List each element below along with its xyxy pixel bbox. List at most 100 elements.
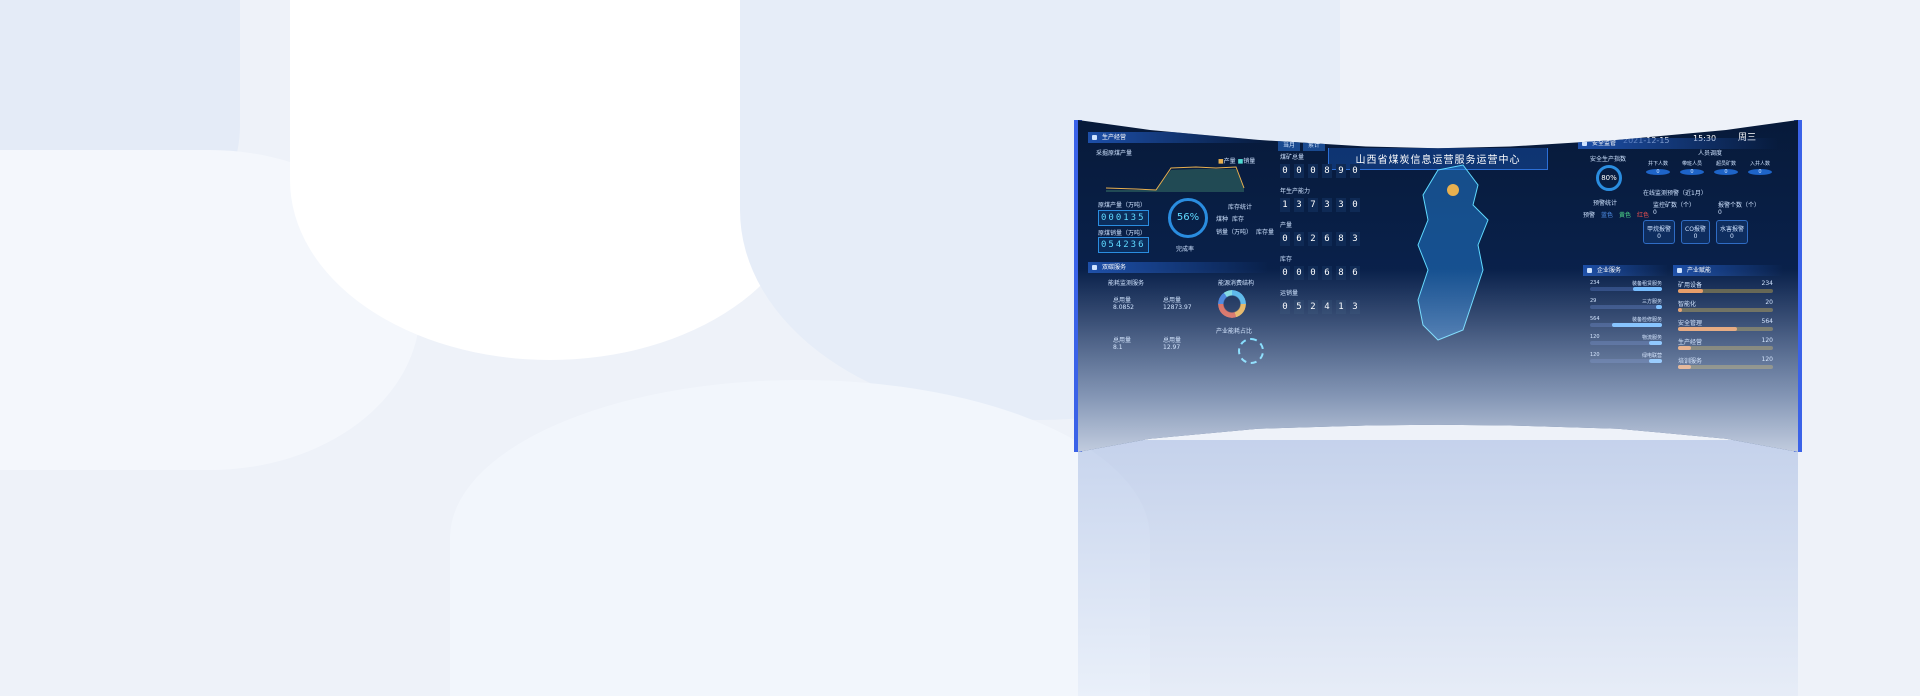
alarm-box-value: 0 [1657,233,1661,240]
dataservice-sub1: 能耗监测服务 [1108,280,1145,287]
industry-bar [1678,289,1773,293]
enterprise-bar [1590,287,1662,291]
industry-panel-title: 产业赋能 [1673,265,1783,276]
digit: 0 [1294,266,1304,280]
production-chart-title: 采掘原煤产量 [1096,150,1133,157]
alarm-box[interactable]: CO报警 0 [1681,220,1710,244]
alarm-box[interactable]: 甲烷报警 0 [1643,220,1676,244]
enterprise-panel-title: 企业服务 [1583,265,1668,276]
industry-bar [1678,346,1773,350]
digit: 6 [1322,266,1332,280]
digit: 1 [1336,300,1346,314]
digit: 0 [1308,266,1318,280]
enterprise-bar-fill [1649,341,1662,345]
digit: 6 [1350,266,1360,280]
enterprise-item-label: 装备租赁服务 [1631,281,1662,287]
industry-item: 生产经营 120 [1678,337,1773,350]
industry-item-label: 安全管理 [1678,320,1703,327]
personnel-value: 0 [1680,169,1704,175]
digit: 2 [1308,300,1318,314]
industry-list: 矿用设备 234 智能化 20 安全管理 564 生产经营 120 培训服务 120 [1678,280,1773,375]
industry-item-header: 矿用设备 234 [1678,280,1773,289]
enterprise-item-value: 29 [1590,298,1597,304]
industry-item-label: 矿用设备 [1678,282,1703,289]
enterprise-item-label: 物流服务 [1641,335,1662,341]
enterprise-bar [1590,341,1662,345]
counter-row: 库存 0 0 0 6 8 6 [1280,254,1360,280]
personnel-item: 超员矿数 0 [1711,160,1741,177]
digit: 1 [1280,198,1290,212]
counter-digits: 000686 [1280,266,1360,280]
enterprise-list: 234 装备租赁服务 29 三方服务 564 装备检修服务 120 物流服务 120 绿电联营 [1590,280,1662,370]
personnel-item: 入井人数 0 [1745,160,1775,177]
counter-digits: 137330 [1280,198,1360,212]
industry-item-label: 智能化 [1678,301,1697,308]
chart-legend: ■产量 ■销量 [1218,158,1256,165]
enterprise-bar [1590,305,1662,309]
enterprise-item: 120 绿电联营 [1590,352,1662,363]
dataservice-item: 总用量 12.97 [1163,337,1182,351]
map-marker[interactable] [1447,184,1459,196]
counter-label: 年生产能力 [1280,188,1311,195]
digit: 8 [1322,164,1332,178]
digit: 6 [1294,232,1304,246]
enterprise-item: 564 装备检修服务 [1590,316,1662,327]
enterprise-item-value: 234 [1590,280,1600,286]
industry-bar-fill [1678,346,1692,350]
enterprise-bar-fill [1656,305,1662,309]
digit: 5 [1294,300,1304,314]
safety-panel-title: 安全监管 [1578,138,1778,149]
counter-row: 产量 0 6 2 6 8 3 [1280,220,1360,246]
shanxi-map [1417,164,1489,341]
industry-item: 培训服务 120 [1678,356,1773,369]
stats-header: 煤种 库存 销量（万吨） 库存量 [1216,216,1275,236]
industry-item: 安全管理 564 [1678,318,1773,331]
digit: 0 [1350,198,1360,212]
background-shape [290,0,810,360]
digit: 0 [1308,164,1318,178]
enterprise-item-value: 120 [1590,334,1600,340]
industry-item-value: 20 [1765,299,1773,306]
enterprise-item: 120 物流服务 [1590,334,1662,345]
alarm-title: 预警统计 [1593,200,1618,207]
digit: 6 [1322,232,1332,246]
enterprise-item-header: 234 装备租赁服务 [1590,280,1662,287]
industry-item: 智能化 20 [1678,299,1773,312]
counter-label: 库存 [1280,256,1293,263]
counter1: 000135 [1098,210,1149,226]
digit: 0 [1350,164,1360,178]
industry-item-header: 安全管理 564 [1678,318,1773,327]
enterprise-bar [1590,323,1662,327]
center-counters: 煤矿总量 0 0 0 8 9 0 年生产能力 1 3 7 3 3 0 产量 0 6 2 6 8 3 库存 0 0 0 6 8 6 运销量… [1280,152,1360,322]
background-shape [450,380,1150,696]
digit: 3 [1294,198,1304,212]
counter-row: 年生产能力 1 3 7 3 3 0 [1280,186,1360,212]
monitor-item: 报警个数（个） 0 [1718,202,1761,216]
counter-label: 运销量 [1280,290,1299,297]
personnel-item: 井下人数 0 [1643,160,1673,177]
personnel-item: 带班人员 0 [1677,160,1707,177]
digit: 3 [1336,198,1346,212]
counter2-label: 原煤销量（万吨） [1098,230,1147,237]
personnel-value: 0 [1748,169,1772,175]
personnel-label: 井下人数 [1647,161,1668,167]
enterprise-item-header: 29 三方服务 [1590,298,1662,305]
digit: 8 [1336,232,1346,246]
enterprise-item-label: 三方服务 [1641,299,1662,305]
digit: 8 [1336,266,1346,280]
enterprise-item: 29 三方服务 [1590,298,1662,309]
dataservice-sub2: 能源消费结构 [1218,280,1255,287]
dashboard-screen: 山西省煤炭信息运营服务运营中心 2021-12-15 15:30 周三 生产经营… [1078,120,1798,452]
industry-item-label: 培训服务 [1678,358,1703,365]
industry-item: 矿用设备 234 [1678,280,1773,293]
industry-bar [1678,308,1773,312]
alarm-box[interactable]: 水害报警 0 [1715,220,1748,244]
stats-title: 库存统计 [1228,204,1253,211]
digit: 7 [1308,198,1318,212]
industry-bar [1678,327,1773,331]
counter1-label: 原煤产量（万吨） [1098,202,1147,209]
counter-label: 产量 [1280,222,1293,229]
enterprise-bar-fill [1649,359,1662,363]
industry-bar [1678,365,1773,369]
digit: 2 [1308,232,1318,246]
